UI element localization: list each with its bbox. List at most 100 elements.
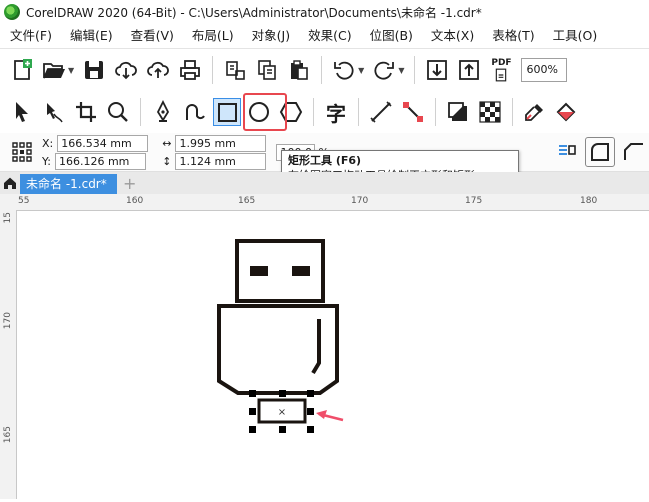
print-button[interactable]	[176, 56, 204, 84]
h-tick-label: 55	[18, 196, 30, 206]
size-fields: ↔ 1.995 mm ↕ 1.124 mm	[162, 134, 267, 170]
pointer-arrow-icon	[16, 102, 28, 122]
cloud-download-button[interactable]	[112, 56, 140, 84]
transparency-tool[interactable]	[476, 98, 504, 126]
export-icon	[459, 60, 480, 80]
selection-handle[interactable]	[249, 390, 256, 397]
v-tick-label: 165	[3, 426, 13, 444]
selection-handle[interactable]	[307, 426, 314, 433]
publish-pdf-button[interactable]: PDF	[487, 56, 515, 84]
document-tab[interactable]: 未命名 -1.cdr*	[20, 174, 117, 194]
crop-tool[interactable]	[72, 98, 100, 126]
undo-button[interactable]	[330, 56, 358, 84]
shape-node-icon	[47, 103, 63, 123]
usb-pin-left	[250, 266, 268, 276]
eyedropper-icon	[525, 104, 543, 121]
menu-text[interactable]: 文本(X)	[421, 24, 482, 48]
new-document-button[interactable]	[8, 56, 36, 84]
menu-effects[interactable]: 效果(C)	[298, 24, 359, 48]
vertical-ruler[interactable]: 15 170 165	[0, 210, 17, 499]
width-icon: ↔	[162, 136, 172, 150]
menu-object[interactable]: 对象(J)	[242, 24, 298, 48]
menu-file[interactable]: 文件(F)	[0, 24, 60, 48]
horizontal-ruler[interactable]: 55 160 165 170 175 180	[0, 194, 649, 211]
rectangle-icon	[213, 98, 241, 126]
connector-tool[interactable]	[399, 98, 427, 126]
toolbar-divider	[321, 56, 323, 84]
toolbar-divider	[212, 56, 214, 84]
undo-icon	[334, 61, 354, 80]
text-tool[interactable]: 字	[322, 98, 350, 126]
selection-handle[interactable]	[249, 408, 256, 415]
copy-button[interactable]	[253, 56, 281, 84]
open-dropdown-chevron-icon[interactable]: ▼	[68, 66, 74, 75]
standard-toolbar: ▼ ▼ ▼ PDF 600%	[0, 49, 649, 92]
new-document-icon	[14, 59, 32, 80]
menu-bitmaps[interactable]: 位图(B)	[360, 24, 421, 48]
zoom-level-field[interactable]: 600%	[521, 58, 568, 82]
width-field[interactable]: 1.995 mm	[175, 134, 267, 152]
selection-handle[interactable]	[279, 390, 286, 397]
menu-tools[interactable]: 工具(O)	[543, 24, 606, 48]
rectangle-tool[interactable]	[213, 98, 241, 126]
chamfer-corner-icon	[624, 143, 643, 160]
open-button[interactable]	[40, 56, 68, 84]
pen-tool[interactable]	[149, 98, 177, 126]
h-tick-label: 180	[580, 196, 598, 206]
selection-handle[interactable]	[307, 390, 314, 397]
shape-tool[interactable]	[40, 98, 68, 126]
checkerboard-icon	[479, 101, 501, 123]
x-position-field[interactable]: 166.534 mm	[57, 134, 149, 152]
export-button[interactable]	[455, 56, 483, 84]
zoom-tool[interactable]	[104, 98, 132, 126]
wrap-text-button[interactable]	[553, 138, 581, 166]
active-tool-highlight	[243, 93, 287, 131]
annotation-arrowhead-icon	[316, 410, 327, 419]
selection-handle[interactable]	[249, 426, 256, 433]
selection-handle[interactable]	[307, 408, 314, 415]
import-button[interactable]	[423, 56, 451, 84]
redo-button[interactable]	[370, 56, 398, 84]
toolbar-divider	[414, 56, 416, 84]
x-label: X:	[42, 136, 54, 150]
save-button[interactable]	[80, 56, 108, 84]
magnifier-icon	[108, 102, 128, 122]
paste-button[interactable]	[285, 56, 313, 84]
menu-view[interactable]: 查看(V)	[121, 24, 182, 48]
height-icon: ↕	[162, 154, 172, 168]
corner-round-button[interactable]	[585, 137, 615, 167]
selection-handle[interactable]	[279, 426, 286, 433]
y-position-field[interactable]: 166.126 mm	[54, 152, 146, 170]
menu-layout[interactable]: 布局(L)	[182, 24, 242, 48]
rounded-corner-icon	[591, 143, 609, 161]
title-bar: CorelDRAW 2020 (64-Bit) - C:\Users\Admin…	[0, 0, 649, 24]
cloud-upload-button[interactable]	[144, 56, 172, 84]
drawing-canvas[interactable]: ×	[17, 211, 649, 499]
usb-plug-outline	[235, 239, 325, 303]
h-tick-label: 170	[351, 196, 369, 206]
object-origin-button[interactable]	[8, 138, 36, 166]
drop-shadow-tool[interactable]	[444, 98, 472, 126]
menu-table[interactable]: 表格(T)	[482, 24, 542, 48]
connector-icon	[403, 102, 423, 122]
parallel-dimension-tool[interactable]	[367, 98, 395, 126]
home-button[interactable]	[0, 172, 20, 194]
interactive-fill-tool[interactable]	[553, 98, 581, 126]
tooltip-title: 矩形工具 (F6)	[288, 154, 362, 167]
save-icon	[85, 61, 104, 79]
menu-edit[interactable]: 编辑(E)	[60, 24, 121, 48]
eyedropper-tool[interactable]	[521, 98, 549, 126]
document-tab-bar: 未命名 -1.cdr* +	[0, 172, 649, 195]
corner-chamfer-button[interactable]	[619, 138, 647, 166]
undo-dropdown-chevron-icon[interactable]: ▼	[358, 66, 364, 75]
redo-dropdown-chevron-icon[interactable]: ▼	[398, 66, 404, 75]
height-field[interactable]: 1.124 mm	[175, 152, 267, 170]
pdf-icon	[496, 68, 507, 82]
paint-bucket-icon	[556, 102, 576, 122]
position-fields: X: 166.534 mm Y: 166.126 mm	[42, 134, 149, 170]
coreldraw-logo-icon	[4, 4, 20, 20]
add-tab-button[interactable]: +	[121, 174, 139, 194]
freehand-tool[interactable]	[181, 98, 209, 126]
cut-button[interactable]	[221, 56, 249, 84]
pick-tool[interactable]	[8, 98, 36, 126]
